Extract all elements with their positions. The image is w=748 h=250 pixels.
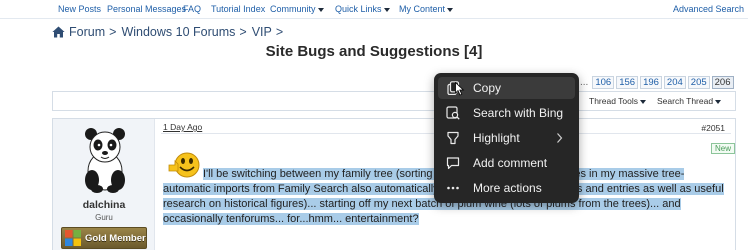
chevron-down-icon (383, 7, 390, 12)
post-number[interactable]: #2051 (701, 123, 725, 133)
pagination-ellipsis: ... (580, 76, 589, 88)
menu-item-search-with-bing-label: Search with Bing (473, 106, 564, 120)
breadcrumb-separator: > (239, 25, 247, 39)
post: dalchina Guru Gold Member 1 Day Ago #205… (52, 118, 736, 250)
nav-divider (0, 18, 748, 19)
page-link-156[interactable]: 156 (616, 75, 639, 89)
breadcrumb-separator: > (275, 25, 284, 39)
breadcrumb-forum[interactable]: Forum (69, 25, 105, 39)
page-link-205[interactable]: 205 (687, 75, 710, 89)
thread-tools-label: Thread Tools (589, 96, 638, 106)
mouse-cursor-icon (455, 82, 465, 96)
search-with-bing-icon (446, 106, 460, 120)
page-link-204[interactable]: 204 (663, 75, 686, 89)
chevron-right-icon (557, 133, 563, 143)
breadcrumb-windows-10-forums[interactable]: Windows 10 Forums (121, 25, 235, 39)
post-author-panel: dalchina Guru Gold Member (53, 119, 155, 250)
avatar[interactable] (77, 125, 133, 193)
menu-item-more-actions[interactable]: More actions (438, 177, 575, 199)
breadcrumb: Forum > Windows 10 Forums > VIP > (52, 25, 288, 39)
gold-member-label: Gold Member (85, 232, 146, 244)
nav-quick-links-label: Quick Links (335, 4, 382, 14)
chevron-down-icon (317, 7, 324, 12)
chevron-down-icon (715, 99, 722, 104)
menu-item-highlight[interactable]: Highlight (438, 127, 575, 149)
nav-my-content[interactable]: My Content (399, 4, 454, 14)
menu-item-search-with-bing[interactable]: Search with Bing (438, 102, 575, 124)
menu-item-add-comment-label: Add comment (473, 156, 548, 170)
breadcrumb-separator: > (109, 25, 117, 39)
home-icon[interactable] (52, 26, 65, 38)
highlight-icon (447, 131, 459, 145)
page-current-206: 206 (711, 75, 734, 89)
menu-item-highlight-label: Highlight (473, 131, 520, 145)
chevron-down-icon (447, 7, 454, 12)
thread-toolbar: Thread Tools Search Thread (52, 91, 736, 111)
new-badge: New (710, 143, 735, 154)
menu-item-copy-label: Copy (473, 81, 502, 95)
nav-quick-links[interactable]: Quick Links (335, 4, 390, 14)
nav-advanced-search[interactable]: Advanced Search (673, 4, 744, 14)
nav-my-content-label: My Content (399, 4, 446, 14)
nav-faq[interactable]: FAQ (183, 4, 201, 14)
nav-community-label: Community (270, 4, 316, 14)
search-thread-button[interactable]: Search Thread (657, 96, 722, 106)
chevron-down-icon (639, 99, 646, 104)
search-thread-label: Search Thread (657, 96, 714, 106)
post-date[interactable]: 1 Day Ago (163, 122, 202, 132)
gold-member-badge: Gold Member (61, 227, 147, 249)
comment-icon (446, 157, 460, 170)
menu-item-add-comment[interactable]: Add comment (438, 152, 575, 174)
breadcrumb-vip[interactable]: VIP (252, 25, 272, 39)
page-link-106[interactable]: 106 (592, 75, 615, 89)
nav-tutorial-index[interactable]: Tutorial Index (211, 4, 265, 14)
menu-item-more-actions-label: More actions (473, 181, 542, 195)
more-actions-icon (447, 186, 459, 190)
page-title: Site Bugs and Suggestions [4] (265, 43, 483, 60)
nav-community[interactable]: Community (270, 4, 324, 14)
post-user-title: Guru (95, 213, 113, 222)
page-link-196[interactable]: 196 (640, 75, 662, 89)
windows-logo-icon (65, 230, 81, 246)
top-nav: New Posts Personal Messages FAQ Tutorial… (0, 0, 748, 19)
thread-tools-button[interactable]: Thread Tools (589, 96, 646, 106)
nav-new-posts[interactable]: New Posts (58, 4, 101, 14)
pagination: ... 106 156 196 204 205 206 (580, 75, 736, 89)
post-username[interactable]: dalchina (53, 199, 155, 211)
nav-personal-messages[interactable]: Personal Messages (107, 4, 186, 14)
